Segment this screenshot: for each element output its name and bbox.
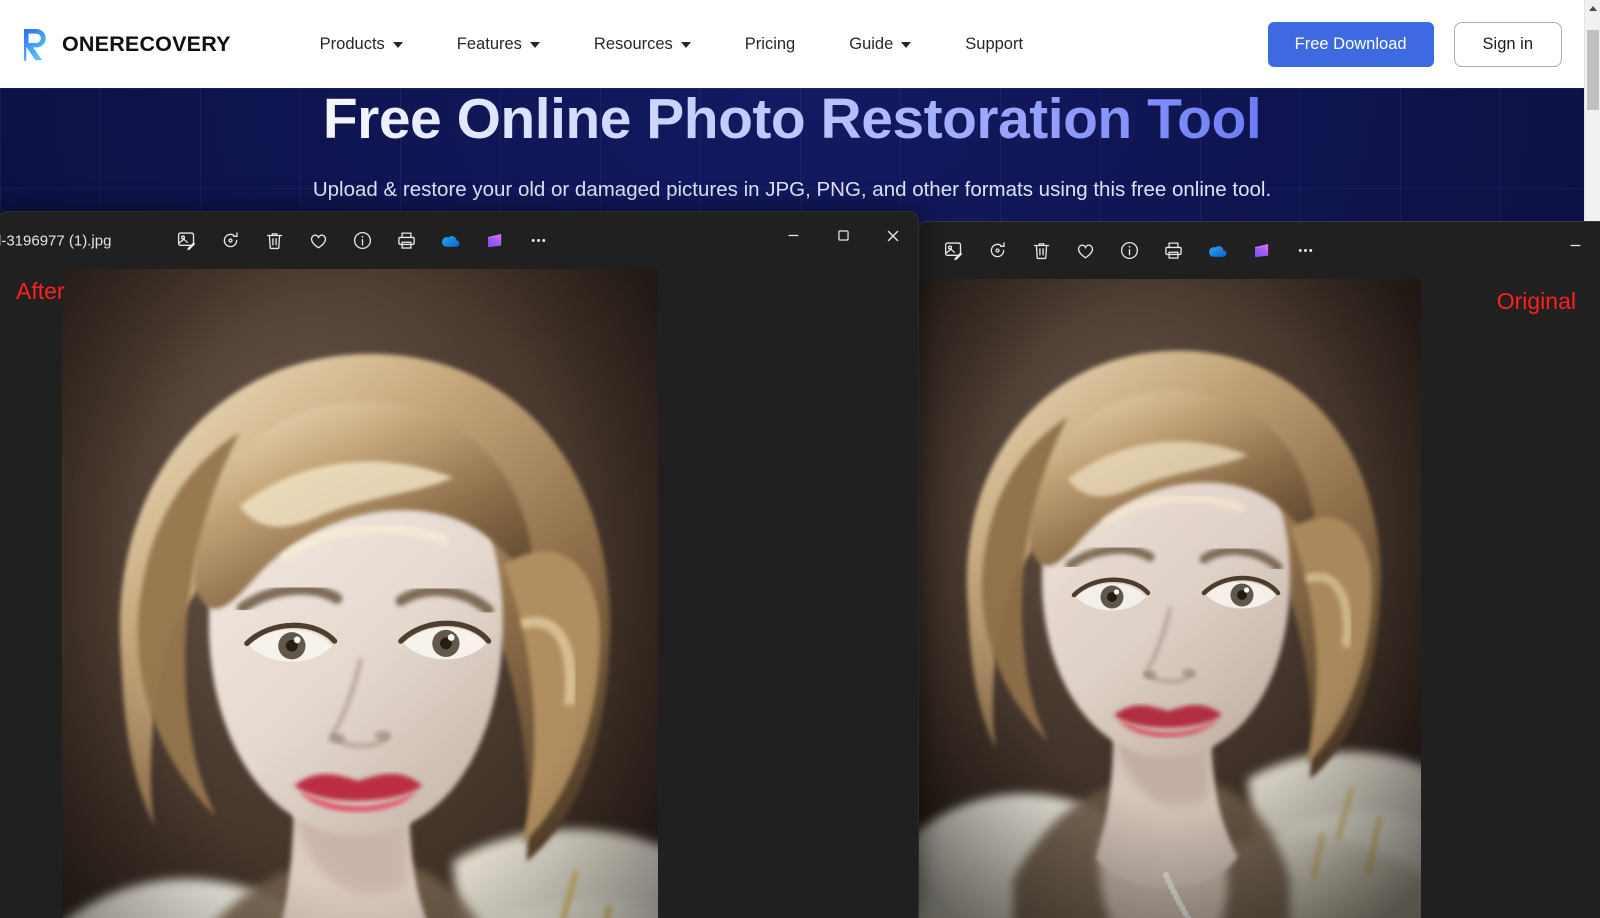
chevron-down-icon xyxy=(529,42,540,48)
onedrive-icon[interactable] xyxy=(1195,231,1239,271)
more-options-icon[interactable] xyxy=(1283,231,1327,271)
photos-window-after[interactable]: d-3196977 (1).jpg After xyxy=(0,212,918,918)
r-logo-icon xyxy=(22,28,53,61)
minimize-button[interactable] xyxy=(768,212,818,259)
page-title: Free Online Photo Restoration Tool xyxy=(0,90,1584,149)
nav-item-features[interactable]: Features xyxy=(430,25,567,64)
nav-item-pricing[interactable]: Pricing xyxy=(718,25,822,64)
nav-label: Guide xyxy=(849,34,894,53)
brand-logo[interactable]: ONERECOVERY xyxy=(22,28,231,61)
delete-icon[interactable] xyxy=(252,221,296,261)
original-photo[interactable] xyxy=(918,279,1421,918)
site-navbar: ONERECOVERY Products Features Resources … xyxy=(0,0,1584,88)
rotate-icon[interactable] xyxy=(208,221,252,261)
info-icon[interactable] xyxy=(340,221,384,261)
edit-image-icon[interactable] xyxy=(164,221,208,261)
more-options-icon[interactable] xyxy=(516,221,560,261)
rotate-icon[interactable] xyxy=(975,231,1019,271)
nav-label: Resources xyxy=(593,34,673,53)
minimize-button[interactable] xyxy=(1550,222,1600,269)
photos-window-original[interactable]: Original xyxy=(918,222,1600,918)
favorite-icon[interactable] xyxy=(296,221,340,261)
onedrive-icon[interactable] xyxy=(428,221,472,261)
window-titlebar xyxy=(918,222,1600,279)
window-controls xyxy=(1550,222,1600,269)
nav-item-products[interactable]: Products xyxy=(293,25,430,64)
primary-navigation: Products Features Resources Pricing Guid… xyxy=(293,25,1050,64)
info-icon[interactable] xyxy=(1107,231,1151,271)
nav-item-resources[interactable]: Resources xyxy=(567,25,718,64)
nav-label: Support xyxy=(965,34,1024,53)
sign-in-button[interactable]: Sign in xyxy=(1453,21,1562,67)
file-name-label: d-3196977 (1).jpg xyxy=(0,232,112,249)
print-icon[interactable] xyxy=(384,221,428,261)
favorite-icon[interactable] xyxy=(1063,231,1107,271)
delete-icon[interactable] xyxy=(1019,231,1063,271)
photo-stage: After xyxy=(0,269,918,918)
free-download-button[interactable]: Free Download xyxy=(1267,21,1434,67)
chevron-down-icon xyxy=(680,42,691,48)
navbar-actions: Free Download Sign in xyxy=(1267,21,1562,67)
window-titlebar: d-3196977 (1).jpg xyxy=(0,212,918,269)
photos-toolbar xyxy=(164,221,560,261)
chevron-down-icon xyxy=(901,42,912,48)
nav-item-guide[interactable]: Guide xyxy=(822,25,938,64)
vertical-scroll-thumb[interactable] xyxy=(1587,30,1599,110)
after-photo[interactable] xyxy=(62,269,658,918)
maximize-button[interactable] xyxy=(818,212,868,259)
chevron-down-icon xyxy=(392,42,403,48)
clipchamp-icon[interactable] xyxy=(472,221,516,261)
browser-scrollbar[interactable] xyxy=(1584,0,1600,226)
print-icon[interactable] xyxy=(1151,231,1195,271)
nav-label: Products xyxy=(319,34,385,53)
nav-label: Features xyxy=(456,34,522,53)
nav-item-support[interactable]: Support xyxy=(938,25,1050,64)
scroll-up-arrow-icon[interactable] xyxy=(1585,0,1600,17)
original-label: Original xyxy=(1496,288,1576,314)
clipchamp-icon[interactable] xyxy=(1239,231,1283,271)
nav-label: Pricing xyxy=(744,34,796,53)
photos-toolbar xyxy=(931,231,1327,271)
window-controls xyxy=(768,212,918,259)
after-label: After xyxy=(16,278,65,304)
close-button[interactable] xyxy=(868,212,918,259)
hero-subtitle: Upload & restore your old or damaged pic… xyxy=(312,177,1272,201)
edit-image-icon[interactable] xyxy=(931,231,975,271)
brand-name: ONERECOVERY xyxy=(62,31,231,56)
photo-stage: Original xyxy=(918,279,1600,918)
